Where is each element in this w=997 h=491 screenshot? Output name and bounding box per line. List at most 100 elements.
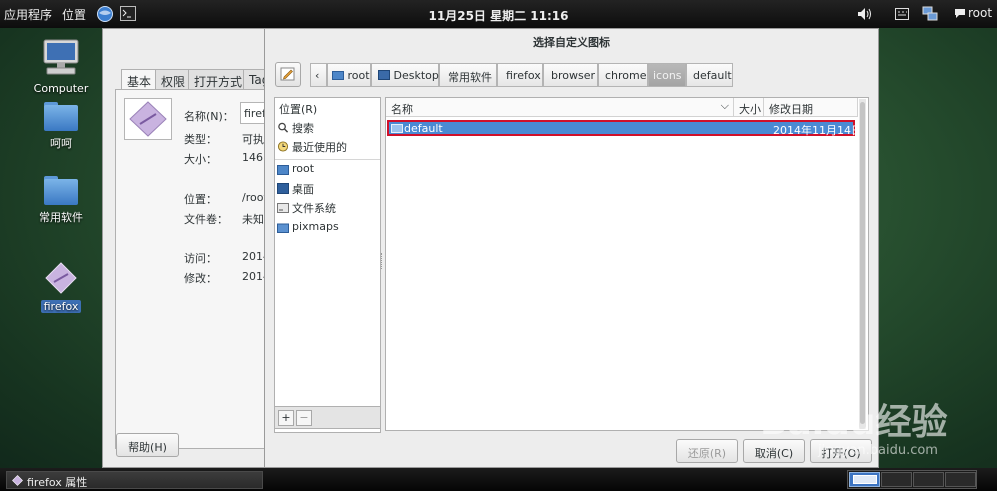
row-name: default (404, 122, 443, 135)
path-segment-desktop[interactable]: Desktop (371, 63, 439, 87)
desktop-icon-label: 呵呵 (50, 137, 72, 150)
row-modified: 2014年11月14日 (773, 124, 862, 137)
properties-body: 名称(N)： firef 类型： 可执 大小： 146. 位置： /root 文… (115, 89, 288, 449)
place-label: 最近使用的 (292, 141, 347, 154)
taskbar-window-item[interactable]: firefox 属性 (6, 471, 263, 489)
volume-icon[interactable] (857, 7, 873, 24)
tab-permissions[interactable]: 权限 (155, 69, 192, 90)
scrollbar-thumb[interactable] (860, 102, 865, 424)
field-label-accessed: 访问： (184, 252, 217, 265)
field-label-type: 类型： (184, 133, 217, 146)
place-search[interactable]: 搜索 (277, 120, 314, 138)
file-list-scrollbar[interactable] (859, 99, 866, 429)
taskbar-window-label: firefox 属性 (27, 476, 88, 489)
places-sidebar: 位置(R) 搜索 最近使用的 root 桌面 文件系统 pixmaps (274, 97, 382, 433)
desktop-icon-computer[interactable]: Computer (21, 38, 101, 95)
workspace-4[interactable] (945, 472, 976, 487)
field-label-size: 大小： (184, 153, 217, 166)
folder-icon (391, 124, 403, 133)
desktop-icon-firefox[interactable]: firefox (21, 262, 101, 313)
remove-place-button[interactable]: − (296, 410, 312, 426)
tab-open-with[interactable]: 打开方式 (188, 69, 249, 90)
place-label: 桌面 (292, 183, 314, 196)
place-label: 文件系统 (292, 202, 336, 215)
field-label-modified: 修改： (184, 272, 217, 285)
path-segment-root[interactable]: root (327, 63, 371, 87)
desktop-folder-icon (378, 70, 390, 80)
place-filesystem[interactable]: 文件系统 (277, 200, 336, 218)
clock-icon (277, 141, 289, 152)
pencil-icon (280, 67, 295, 81)
bottom-taskbar: firefox 属性 (0, 468, 997, 491)
tab-basic[interactable]: 基本 (121, 69, 158, 91)
executable-diamond-icon (129, 101, 167, 137)
place-pixmaps[interactable]: pixmaps (277, 220, 339, 238)
user-menu[interactable]: root (968, 6, 992, 20)
place-desktop[interactable]: 桌面 (277, 181, 314, 199)
field-value-type: 可执 (242, 133, 264, 146)
path-segment-browser[interactable]: browser (543, 63, 598, 87)
path-segment-label: Desktop (393, 69, 439, 82)
executable-diamond-icon (12, 475, 23, 486)
workspace-window-thumbnail (853, 475, 877, 484)
folder-icon (277, 223, 289, 233)
places-toolbar: + − (274, 406, 381, 429)
executable-diamond-icon (45, 262, 77, 294)
desktop-icon-folder-software[interactable]: 常用软件 (21, 172, 101, 225)
drive-icon (277, 203, 289, 213)
workspace-switcher[interactable] (847, 470, 977, 489)
help-button[interactable]: 帮助(H) (116, 433, 179, 457)
table-row[interactable]: default 2014年11月14日 (387, 120, 862, 137)
clock[interactable]: 11月25日 星期二 11:16 (0, 7, 997, 24)
column-header-label: 名称 (391, 103, 413, 116)
place-label: pixmaps (292, 220, 339, 233)
sort-chevron-down-icon: ⌵ (720, 99, 729, 112)
network-icon[interactable] (922, 6, 938, 25)
column-header-name[interactable]: 名称 ⌵ (386, 98, 734, 117)
places-header: 位置(R) (279, 103, 318, 116)
path-segment-icons[interactable]: icons (648, 63, 686, 87)
desktop-folder-icon (277, 183, 289, 194)
file-list: 名称 ⌵ 大小 修改日期 default 2014年11月14日 (385, 97, 869, 431)
file-icon-button[interactable] (124, 98, 172, 140)
path-segment-default[interactable]: default (686, 63, 733, 87)
home-folder-icon (332, 71, 344, 80)
dialog-title: 选择自定义图标 (533, 36, 610, 49)
watermark-brand: Baidu经验 (760, 402, 948, 443)
places-divider (275, 159, 380, 160)
properties-window: 基本 权限 打开方式 Tag 名称(N)： firef 类型： 可执 大小： 1… (102, 28, 288, 468)
field-label-name: 名称(N)： (184, 110, 234, 123)
column-header-modified[interactable]: 修改日期 (764, 98, 858, 117)
place-root[interactable]: root (277, 162, 314, 180)
desktop-icon-folder-hehe[interactable]: 呵呵 (21, 98, 101, 151)
path-back-arrow[interactable]: ‹ (310, 63, 327, 87)
desktop-icon-label: Computer (33, 82, 89, 95)
home-folder-icon (277, 165, 289, 175)
field-label-location: 位置： (184, 193, 217, 206)
field-label-volume: 文件卷： (184, 213, 228, 226)
place-label: root (292, 162, 315, 175)
workspace-2[interactable] (881, 472, 912, 487)
field-value-size: 146. (242, 151, 267, 164)
path-segment-software[interactable]: 常用软件 (439, 63, 497, 87)
revert-button[interactable]: 还原(R) (676, 439, 738, 463)
folder-icon (21, 98, 101, 132)
edit-location-button[interactable] (275, 62, 301, 87)
user-chat-icon (954, 8, 966, 22)
add-place-button[interactable]: + (278, 410, 294, 426)
keyboard-icon[interactable] (895, 8, 909, 23)
workspace-1[interactable] (849, 472, 880, 487)
workspace-3[interactable] (913, 472, 944, 487)
column-header-size[interactable]: 大小 (734, 98, 764, 117)
computer-icon (43, 39, 79, 75)
path-segment-chrome[interactable]: chrome (598, 63, 648, 87)
path-segment-firefox[interactable]: firefox (497, 63, 543, 87)
desktop-icon-label: 常用软件 (39, 211, 83, 224)
baidu-watermark: Baidu经验 jingyan.baidu.com (760, 393, 995, 465)
path-segment-label: root (347, 69, 370, 82)
place-label: 搜索 (292, 122, 314, 135)
place-recent[interactable]: 最近使用的 (277, 139, 347, 157)
field-value-volume: 未知 (242, 213, 264, 226)
pane-resize-handle[interactable] (381, 253, 382, 269)
desktop-icon-label: firefox (40, 300, 82, 313)
